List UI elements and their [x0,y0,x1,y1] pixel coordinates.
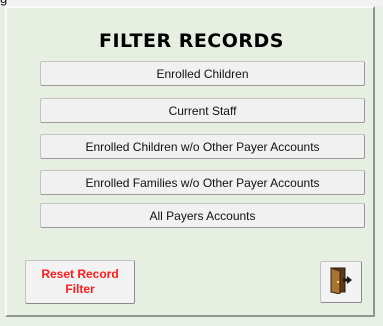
filter-enrolled-children-button[interactable]: Enrolled Children [40,61,365,86]
filter-all-payers-accounts-button[interactable]: All Payers Accounts [40,203,365,228]
filter-current-staff-button[interactable]: Current Staff [40,98,365,123]
panel-title: FILTER RECORDS [99,30,284,52]
filter-enrolled-children-no-other-payer-button[interactable]: Enrolled Children w/o Other Payer Accoun… [40,134,365,159]
filter-enrolled-families-no-other-payer-button[interactable]: Enrolled Families w/o Other Payer Accoun… [40,170,365,195]
exit-door-icon [328,266,354,299]
reset-record-filter-button[interactable]: Reset Record Filter [25,260,135,304]
exit-button[interactable] [320,261,362,303]
